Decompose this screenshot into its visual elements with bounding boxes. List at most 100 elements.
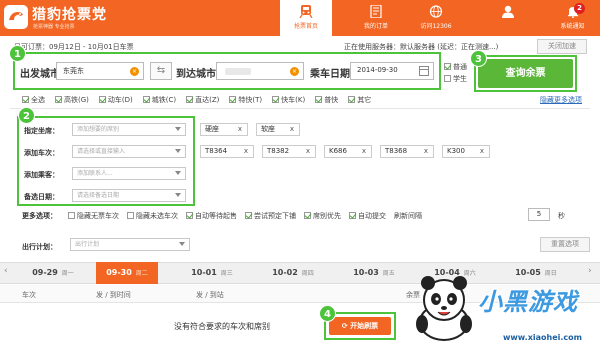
train-type-label: 直达(Z) <box>195 96 220 104</box>
swap-cities-button[interactable]: ⇆ <box>150 62 172 80</box>
remove-icon[interactable]: x <box>480 146 484 157</box>
travel-plan-label: 出行计划： <box>22 243 57 251</box>
option-lower-berth[interactable]: 尝试预定下铺 <box>245 211 296 221</box>
remove-icon[interactable]: x <box>306 146 310 157</box>
remove-icon[interactable]: x <box>362 146 366 157</box>
option-auto-wait[interactable]: 自动等待起售 <box>186 211 237 221</box>
remove-icon[interactable]: x <box>290 124 294 135</box>
to-city-input[interactable]: × <box>216 62 304 80</box>
column-station[interactable]: 发 / 到站 <box>196 290 224 300</box>
start-grab-button[interactable]: ⟳ 开始刷票 <box>329 317 391 335</box>
tab-orders[interactable]: 我的订单 <box>350 0 402 36</box>
start-grab-label: 开始刷票 <box>350 322 379 330</box>
checkbox[interactable] <box>245 212 252 219</box>
backup-date-select[interactable]: 请选择备选日期 <box>72 189 186 202</box>
date-tab-weekday: 周二 <box>135 270 148 277</box>
close-accel-button[interactable]: 关闭加速 <box>537 39 587 54</box>
step-badge-4: 4 <box>319 305 336 322</box>
train-type-k[interactable]: 快车(K) <box>272 95 305 105</box>
date-tab[interactable]: 10-01 周三 <box>181 262 243 284</box>
tab-12306[interactable]: 访问12306 <box>410 0 462 36</box>
date-tab-active[interactable]: 09-30 周二 <box>96 262 158 284</box>
checkbox[interactable] <box>186 96 194 103</box>
seat-select[interactable]: 添加想要的席别 <box>72 123 186 136</box>
chevron-left-icon[interactable]: ‹ <box>4 266 8 276</box>
checkbox[interactable] <box>186 212 193 219</box>
checkbox[interactable] <box>229 96 237 103</box>
checkbox[interactable] <box>98 96 106 103</box>
refresh-interval-input[interactable]: 5 <box>528 208 550 221</box>
checkbox[interactable] <box>272 96 280 103</box>
seat-label: 指定坐席： <box>24 127 59 135</box>
step-badge-2: 2 <box>18 107 35 124</box>
app-name: 猎豹抢票党 <box>32 7 107 23</box>
chevron-right-icon[interactable]: › <box>588 266 592 276</box>
tab-notifications[interactable]: 系统通知 <box>545 0 600 36</box>
train-type-label: 全选 <box>31 96 45 104</box>
train-select[interactable]: 请选择或直接输入 <box>72 145 186 158</box>
clear-icon[interactable]: × <box>130 67 139 76</box>
date-tab-date: 10-02 <box>272 268 298 277</box>
train-type-g[interactable]: 高铁(G) <box>55 95 89 105</box>
checkbox[interactable] <box>444 75 451 82</box>
remove-icon[interactable]: x <box>238 124 242 135</box>
date-tab[interactable]: 09-29 周一 <box>22 262 84 284</box>
option-seat-first[interactable]: 席别优先 <box>304 211 341 221</box>
query-tickets-button[interactable]: 查询余票 <box>478 59 573 88</box>
checkbox[interactable] <box>68 212 75 219</box>
train-placeholder: 请选择或直接输入 <box>77 148 126 155</box>
train-type-other[interactable]: 其它 <box>348 95 371 105</box>
from-city-input[interactable]: 东莞东 × <box>56 62 144 80</box>
train-tag-label: K686 <box>329 147 347 155</box>
date-tab[interactable]: 10-02 周四 <box>262 262 324 284</box>
train-type-t[interactable]: 特快(T) <box>229 95 262 105</box>
passenger-normal-label: 普通 <box>453 63 467 71</box>
option-hide-no-ticket[interactable]: 隐藏无票车次 <box>68 211 119 221</box>
option-label: 自动提交 <box>358 212 386 220</box>
option-hide-unselected[interactable]: 隐藏未选车次 <box>127 211 178 221</box>
passenger-student-option[interactable]: 学生 <box>444 74 467 84</box>
checkbox[interactable] <box>55 96 62 103</box>
train-type-label: 快车(K) <box>281 96 306 104</box>
notification-badge: 2 <box>574 3 585 14</box>
remove-icon[interactable]: x <box>244 146 248 157</box>
remove-icon[interactable]: x <box>424 146 428 157</box>
train-type-d[interactable]: 动车(D) <box>98 95 133 105</box>
checkbox[interactable] <box>127 212 134 219</box>
calendar-icon[interactable] <box>419 66 429 76</box>
date-tab[interactable]: 10-05 周日 <box>505 262 567 284</box>
train-type-z[interactable]: 直达(Z) <box>186 95 219 105</box>
train-tag: K300 x <box>442 145 490 158</box>
seat-tag-label: 软座 <box>261 125 275 133</box>
train-type-c[interactable]: 城铁(C) <box>142 95 176 105</box>
column-train[interactable]: 车次 <box>22 290 36 300</box>
checkbox[interactable] <box>348 96 356 103</box>
train-type-slow[interactable]: 普快 <box>315 95 338 105</box>
clear-icon[interactable]: × <box>290 67 299 76</box>
checkbox[interactable] <box>349 212 356 219</box>
passenger-select[interactable]: 添加联系人... <box>72 167 186 180</box>
date-input[interactable]: 2014-09-30 <box>350 62 434 80</box>
checkbox[interactable] <box>444 63 451 70</box>
date-tab-weekday: 周一 <box>61 270 74 277</box>
tab-user[interactable] <box>475 0 540 36</box>
hide-more-options-link[interactable]: 隐藏更多选项 <box>540 95 582 105</box>
tab-home[interactable]: 抢票首页 <box>280 0 332 36</box>
chevron-down-icon <box>179 242 185 246</box>
checkbox[interactable] <box>142 96 150 103</box>
reset-options-button[interactable]: 重置选项 <box>540 237 590 252</box>
watermark-text: 小黑游戏 <box>478 288 578 316</box>
travel-plan-placeholder: 出行计划 <box>75 241 100 248</box>
date-tab-date: 10-01 <box>191 268 217 277</box>
train-type-label: 动车(D) <box>107 96 133 104</box>
train-type-all[interactable]: 全选 <box>22 95 45 105</box>
option-auto-submit[interactable]: 自动提交 <box>349 211 386 221</box>
checkbox[interactable] <box>304 212 311 219</box>
date-tab[interactable]: 10-03 周五 <box>343 262 405 284</box>
watermark-url: www.xiaohei.com <box>503 333 582 342</box>
travel-plan-select[interactable]: 出行计划 <box>70 238 190 251</box>
checkbox[interactable] <box>315 96 323 103</box>
passenger-normal-option[interactable]: 普通 <box>444 62 467 72</box>
column-time[interactable]: 发 / 到时间 <box>96 290 131 300</box>
checkbox[interactable] <box>22 96 29 103</box>
